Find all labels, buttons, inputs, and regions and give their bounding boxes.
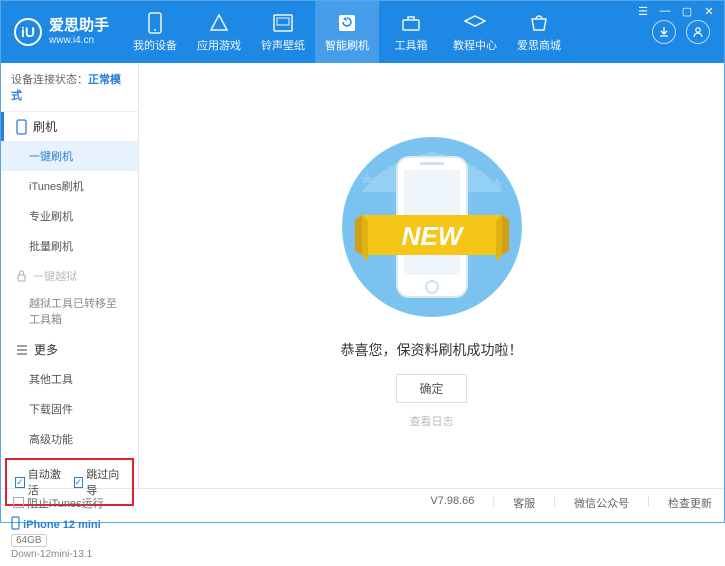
device-storage: 64GB (11, 534, 47, 547)
svg-text:NEW: NEW (401, 221, 464, 251)
app-header: iU 爱思助手 www.i4.cn 我的设备 应用游戏 铃声壁纸 智能刷机 工具… (1, 1, 724, 63)
sidebar: 设备连接状态：正常模式 刷机 一键刷机 iTunes刷机 专业刷机 批量刷机 一… (1, 63, 139, 488)
content-pane: NEW 恭喜您，保资料刷机成功啦！ 确定 查看日志 (139, 63, 724, 488)
device-icon (11, 516, 20, 530)
check-update-link[interactable]: 检查更新 (668, 495, 712, 511)
connection-status: 设备连接状态：正常模式 (1, 63, 138, 112)
brand: iU 爱思助手 www.i4.cn (1, 17, 123, 47)
ok-button[interactable]: 确定 (396, 374, 466, 403)
nav-my-device[interactable]: 我的设备 (123, 1, 187, 63)
top-nav: 我的设备 应用游戏 铃声壁纸 智能刷机 工具箱 教程中心 爱思商城 (123, 1, 652, 63)
view-log-link[interactable]: 查看日志 (410, 413, 454, 429)
settings-icon[interactable]: ☰ (636, 5, 650, 18)
phone-icon (16, 119, 27, 135)
close-icon[interactable]: ✕ (702, 5, 716, 18)
sidebar-section-more[interactable]: 更多 (1, 335, 138, 364)
success-illustration: NEW (357, 122, 507, 322)
sidebar-item-oneclick-flash[interactable]: 一键刷机 (1, 141, 138, 171)
sidebar-item-other-tools[interactable]: 其他工具 (1, 364, 138, 394)
menu-icon (16, 345, 28, 355)
checkbox-block-itunes[interactable]: ✓阻止iTunes运行 (13, 495, 104, 511)
version-label: V7.98.66 (430, 495, 474, 511)
sidebar-item-batch-flash[interactable]: 批量刷机 (1, 231, 138, 261)
store-icon (528, 12, 550, 34)
nav-apps-games[interactable]: 应用游戏 (187, 1, 251, 63)
device-firmware: Down-12mini-13.1 (11, 549, 128, 560)
checkbox-skip-guide[interactable]: ✓跳过向导 (74, 466, 125, 498)
brand-title: 爱思助手 (49, 18, 109, 35)
sidebar-section-flash[interactable]: 刷机 (1, 112, 138, 141)
brand-url: www.i4.cn (49, 35, 109, 46)
checkbox-auto-activate[interactable]: ✓自动激活 (15, 466, 66, 498)
sidebar-section-jailbreak: 一键越狱 (1, 261, 138, 291)
wechat-link[interactable]: 微信公众号 (574, 495, 629, 511)
apps-icon (208, 12, 230, 34)
nav-toolbox[interactable]: 工具箱 (379, 1, 443, 63)
user-button[interactable] (686, 20, 710, 44)
sidebar-item-download-firmware[interactable]: 下载固件 (1, 394, 138, 424)
window-controls: ☰ — ▢ ✕ (636, 5, 716, 18)
phone-icon (144, 12, 166, 34)
header-right (652, 20, 724, 44)
lock-icon (16, 270, 27, 282)
minimize-icon[interactable]: — (658, 5, 672, 18)
picture-icon (272, 12, 294, 34)
jailbreak-moved-note: 越狱工具已转移至工具箱 (1, 291, 138, 335)
graduation-icon (464, 12, 486, 34)
maximize-icon[interactable]: ▢ (680, 5, 694, 18)
refresh-icon (336, 12, 358, 34)
success-message: 恭喜您，保资料刷机成功啦！ (341, 340, 523, 360)
nav-smart-flash[interactable]: 智能刷机 (315, 1, 379, 63)
nav-store[interactable]: 爱思商城 (507, 1, 571, 63)
toolbox-icon (400, 12, 422, 34)
sidebar-item-advanced[interactable]: 高级功能 (1, 424, 138, 454)
device-info[interactable]: iPhone 12 mini 64GB Down-12mini-13.1 (1, 510, 138, 566)
nav-tutorials[interactable]: 教程中心 (443, 1, 507, 63)
main-area: 设备连接状态：正常模式 刷机 一键刷机 iTunes刷机 专业刷机 批量刷机 一… (1, 63, 724, 488)
sidebar-item-pro-flash[interactable]: 专业刷机 (1, 201, 138, 231)
logo-icon: iU (13, 17, 43, 47)
nav-ringtones-wallpapers[interactable]: 铃声壁纸 (251, 1, 315, 63)
svg-text:iU: iU (21, 24, 35, 40)
download-button[interactable] (652, 20, 676, 44)
sidebar-item-itunes-flash[interactable]: iTunes刷机 (1, 171, 138, 201)
device-name: iPhone 12 mini (23, 519, 101, 531)
support-link[interactable]: 客服 (513, 495, 535, 511)
